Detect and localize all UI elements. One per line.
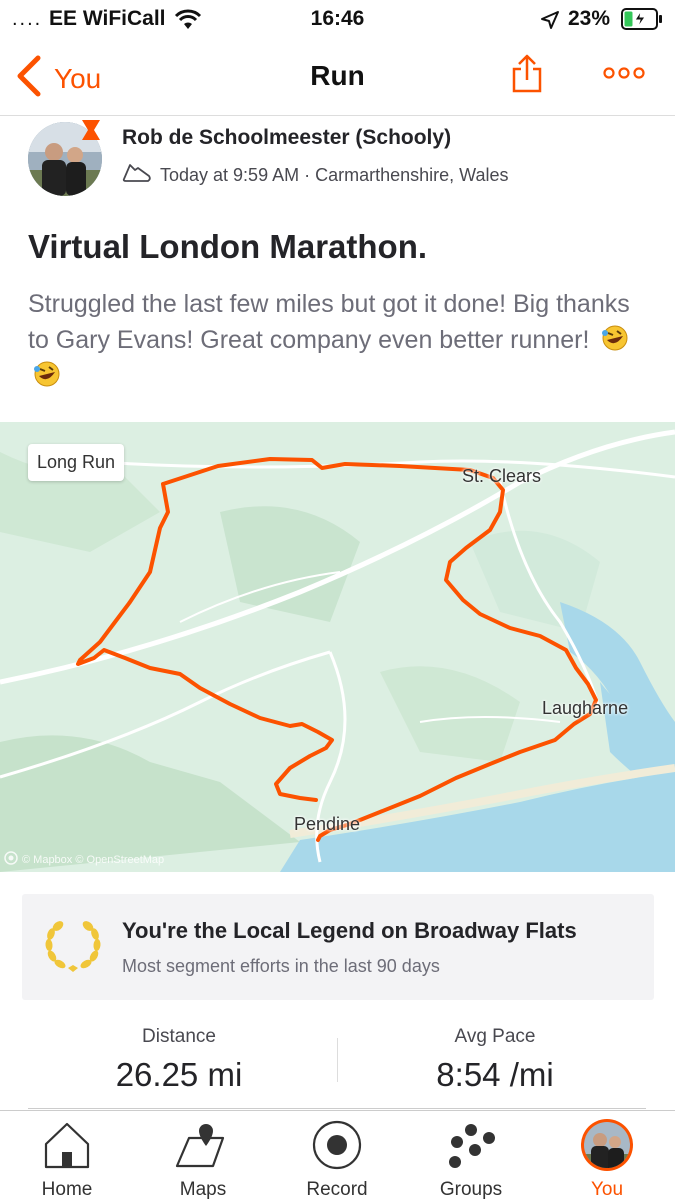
- map-activity-type-tag: Long Run: [28, 444, 125, 481]
- rofl-emoji-icon: [32, 360, 62, 388]
- local-legend-title: You're the Local Legend on Broadway Flat…: [122, 918, 577, 943]
- activity-meta: Today at 9:59 AM · Carmarthenshire, Wale…: [122, 162, 508, 189]
- battery-percent: 23%: [568, 7, 611, 30]
- tab-record[interactable]: Record: [282, 1117, 392, 1200]
- tab-label: Home: [41, 1179, 93, 1200]
- map-attribution: © Mapbox © OpenStreetMap: [4, 851, 164, 868]
- route-map[interactable]: Long Run St. Clears Laugharne Pendine © …: [0, 422, 675, 872]
- page-title: Run: [310, 60, 365, 91]
- tab-bar: Home Maps Record Groups You: [0, 1110, 675, 1200]
- share-icon: [512, 54, 542, 93]
- mapbox-logo-icon: [4, 851, 18, 868]
- shoe-icon: [122, 162, 152, 189]
- map-place-st-clears: St. Clears: [462, 466, 542, 486]
- tab-label: Maps: [179, 1179, 227, 1200]
- athlete-avatar[interactable]: [28, 120, 102, 196]
- stat-distance: Distance 26.25 mi: [29, 1026, 329, 1094]
- tab-groups[interactable]: Groups: [416, 1117, 526, 1200]
- tab-home[interactable]: Home: [12, 1117, 122, 1200]
- laurel-wreath-icon: [42, 918, 104, 979]
- local-legend-card[interactable]: You're the Local Legend on Broadway Flat…: [22, 894, 654, 1000]
- divider: [28, 1108, 646, 1109]
- distance-label: Distance: [142, 1026, 216, 1047]
- ellipsis-icon: [603, 67, 645, 79]
- map-canvas: [0, 422, 675, 872]
- home-icon: [12, 1117, 122, 1173]
- record-icon: [282, 1117, 392, 1173]
- tab-label: Groups: [439, 1179, 503, 1200]
- tab-label: Record: [306, 1179, 368, 1200]
- activity-time-location: Today at 9:59 AM · Carmarthenshire, Wale…: [160, 165, 509, 185]
- pace-value: 8:54 /mi: [436, 1056, 554, 1093]
- status-bar: .... EE WiFiCall 16:46 23%: [0, 0, 675, 40]
- description-text: Struggled the last few miles but got it …: [28, 290, 630, 354]
- location-arrow-icon: [540, 10, 560, 35]
- avatar: [552, 1117, 662, 1173]
- more-options-button[interactable]: [603, 66, 645, 85]
- pace-label: Avg Pace: [454, 1026, 536, 1047]
- rofl-emoji-icon: [600, 324, 630, 352]
- distance-value: 26.25 mi: [115, 1056, 243, 1093]
- groups-icon: [416, 1117, 526, 1173]
- athlete-name[interactable]: Rob de Schoolmeester (Schooly): [122, 126, 451, 150]
- tab-you[interactable]: You: [552, 1117, 662, 1200]
- map-place-laugharne: Laugharne: [542, 698, 629, 718]
- map-credit-text: © Mapbox © OpenStreetMap: [22, 853, 165, 866]
- map-icon: [148, 1117, 258, 1173]
- local-legend-subtitle: Most segment efforts in the last 90 days: [122, 956, 440, 976]
- navigation-bar: You Run: [0, 40, 675, 116]
- battery-charging-icon: [621, 8, 663, 35]
- tab-maps[interactable]: Maps: [148, 1117, 258, 1200]
- stat-avg-pace: Avg Pace 8:54 /mi: [345, 1026, 645, 1094]
- activity-title: Virtual London Marathon.: [28, 228, 428, 265]
- strava-badge-icon: [80, 118, 104, 147]
- share-button[interactable]: [510, 54, 544, 99]
- stat-divider: [337, 1038, 338, 1082]
- map-place-pendine: Pendine: [294, 814, 361, 834]
- activity-description: Struggled the last few miles but got it …: [28, 286, 648, 394]
- tab-label: You: [590, 1179, 624, 1200]
